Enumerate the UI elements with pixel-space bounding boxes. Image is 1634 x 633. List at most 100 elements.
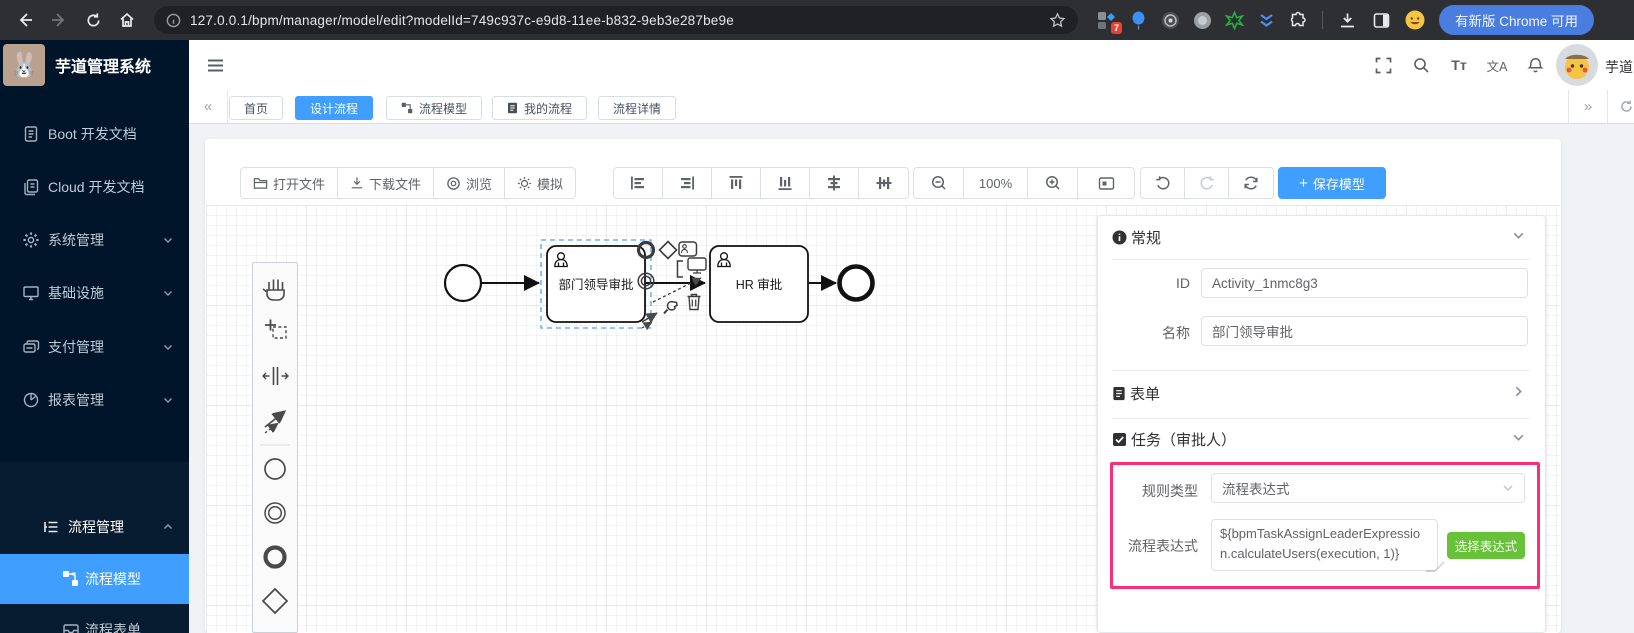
open-file-button[interactable]: 打开文件 [241, 168, 339, 198]
downloads-icon[interactable] [1337, 10, 1357, 30]
name-input[interactable]: 部门领导审批 [1201, 316, 1528, 346]
trash-icon[interactable] [687, 293, 701, 311]
append-gateway-icon[interactable] [658, 240, 678, 260]
fullscreen-icon[interactable] [1371, 53, 1395, 77]
sidebar-item-system[interactable]: 系统管理 [0, 215, 189, 265]
end-event[interactable] [837, 264, 875, 302]
chrome-update-chip[interactable]: 有新版 Chrome 可用 [1439, 5, 1595, 35]
preview-button[interactable]: 浏览 [434, 168, 506, 198]
align-right-button[interactable] [663, 168, 712, 198]
extension-balloon-icon[interactable] [1128, 10, 1148, 30]
sidebar-item-process-form[interactable]: 流程表单 [0, 605, 189, 633]
space-tool-icon[interactable] [262, 367, 289, 385]
sidebar-item-report[interactable]: 报表管理 [0, 375, 189, 425]
section-task-assignee[interactable]: 任务（审批人） [1112, 429, 1236, 450]
sidebar-item-payment[interactable]: 支付管理 [0, 322, 189, 372]
sidebar-item-cloud-docs[interactable]: Cloud 开发文档 [0, 162, 189, 212]
undo-icon [1155, 176, 1169, 190]
zoom-fit-button[interactable] [1078, 168, 1134, 198]
extensions-puzzle-icon[interactable] [1288, 10, 1308, 30]
undo-button[interactable] [1141, 168, 1185, 198]
font-size-icon[interactable]: Tт [1447, 53, 1471, 77]
section-general[interactable]: 常规 [1112, 227, 1161, 248]
tabs-scroll-right[interactable]: » [1568, 90, 1608, 123]
align-center-button[interactable] [810, 168, 859, 198]
tab-process-model[interactable]: 流程模型 [386, 96, 483, 120]
tabs-refresh-icon[interactable] [1607, 90, 1634, 123]
user-task-hr[interactable]: HR 审批 [709, 245, 809, 323]
global-connect-tool-icon[interactable] [264, 412, 284, 434]
create-end-event-icon[interactable] [263, 545, 287, 569]
wrench-icon[interactable] [663, 300, 678, 315]
profile-avatar-icon[interactable] [1405, 10, 1425, 30]
create-gateway-icon[interactable] [261, 587, 289, 615]
create-start-event-icon[interactable] [264, 458, 286, 480]
zoom-toolbar: 100% [913, 167, 1135, 199]
gear-icon [22, 231, 40, 249]
reset-button[interactable] [1229, 168, 1273, 198]
properties-panel: 常规 ID Activity_1nmc8g3 名称 部门领导审批 表单 任务（审… [1097, 215, 1546, 633]
simulate-button[interactable]: 模拟 [505, 168, 575, 198]
app-title: 芋道管理系统 [55, 59, 152, 76]
menu-collapse-icon[interactable] [203, 53, 227, 77]
start-event[interactable] [443, 263, 483, 303]
app-logo[interactable]: 🐰 芋道管理系统 [0, 40, 189, 90]
browser-forward-icon[interactable] [42, 3, 76, 37]
align-left-button[interactable] [614, 168, 663, 198]
zoom-in-button[interactable] [1028, 168, 1078, 198]
tab-design-process[interactable]: 设计流程 [295, 96, 374, 120]
sidebar-item-boot-docs[interactable]: Boot 开发文档 [0, 109, 189, 159]
bookmark-star-icon[interactable] [1049, 11, 1066, 29]
hand-tool-icon[interactable] [262, 279, 285, 301]
tabs-scroll-left[interactable]: « [189, 90, 228, 123]
zoom-out-button[interactable] [914, 168, 964, 198]
browser-back-icon[interactable] [8, 3, 42, 37]
sidebar-item-infra[interactable]: 基础设施 [0, 268, 189, 318]
side-panel-icon[interactable] [1371, 10, 1391, 30]
save-model-button[interactable]: + 保存模型 [1278, 167, 1386, 199]
create-intermediate-event-icon[interactable] [264, 502, 286, 524]
align-middle-button[interactable] [859, 168, 908, 198]
browser-reload-icon[interactable] [76, 3, 110, 37]
lasso-tool-icon[interactable] [265, 319, 287, 339]
extension-tampermonkey-icon[interactable]: 7 [1096, 10, 1122, 34]
extension-chevrons-icon[interactable] [1256, 10, 1276, 30]
tab-my-process[interactable]: 我的流程 [492, 96, 588, 120]
tab-process-detail[interactable]: 流程详情 [598, 96, 677, 120]
extension-gray-circle-icon[interactable] [1192, 10, 1212, 30]
id-input[interactable]: Activity_1nmc8g3 [1201, 268, 1528, 298]
choose-expression-button[interactable]: 选择表达式 [1447, 532, 1525, 559]
history-toolbar [1140, 167, 1274, 199]
section-form[interactable]: 表单 [1112, 383, 1160, 404]
address-bar[interactable]: 127.0.0.1/bpm/manager/model/edit?modelId… [154, 6, 1078, 34]
user-task-leader[interactable]: 部门领导审批 [546, 245, 646, 323]
chevron-down-icon [163, 395, 173, 405]
notification-bell-icon[interactable] [1523, 53, 1547, 77]
download-file-button[interactable]: 下载文件 [338, 168, 435, 198]
align-bottom-button[interactable] [761, 168, 810, 198]
extension-dark-circle-icon[interactable] [1160, 10, 1180, 30]
tab-home[interactable]: 首页 [229, 96, 284, 120]
append-receive-task-icon[interactable] [687, 257, 707, 274]
append-user-task-icon[interactable] [678, 241, 698, 257]
append-text-annotation-icon[interactable] [676, 260, 684, 278]
id-label: ID [1176, 275, 1190, 291]
browser-home-icon[interactable] [110, 3, 144, 37]
chevron-up-icon [163, 522, 173, 532]
chevron-down-icon[interactable] [1512, 229, 1525, 242]
username-text: 芋道 [1605, 59, 1633, 75]
sidebar-item-process-model[interactable]: 流程模型 [0, 554, 189, 604]
search-icon[interactable] [1409, 53, 1433, 77]
form-icon [1113, 386, 1125, 401]
language-icon[interactable]: 文A [1485, 53, 1509, 77]
redo-button[interactable] [1185, 168, 1229, 198]
site-info-icon[interactable] [166, 13, 181, 28]
chevron-right-icon[interactable] [1512, 385, 1525, 398]
chevron-down-icon[interactable] [1512, 431, 1525, 444]
rule-type-select[interactable]: 流程表达式 [1211, 473, 1525, 503]
align-top-button[interactable] [712, 168, 761, 198]
extension-green-star-icon[interactable] [1224, 10, 1244, 30]
user-avatar[interactable] [1555, 43, 1599, 87]
expression-textarea[interactable]: ${bpmTaskAssignLeaderExpression.calculat… [1211, 519, 1438, 571]
sidebar-item-process-manage[interactable]: 流程管理 [0, 502, 189, 552]
